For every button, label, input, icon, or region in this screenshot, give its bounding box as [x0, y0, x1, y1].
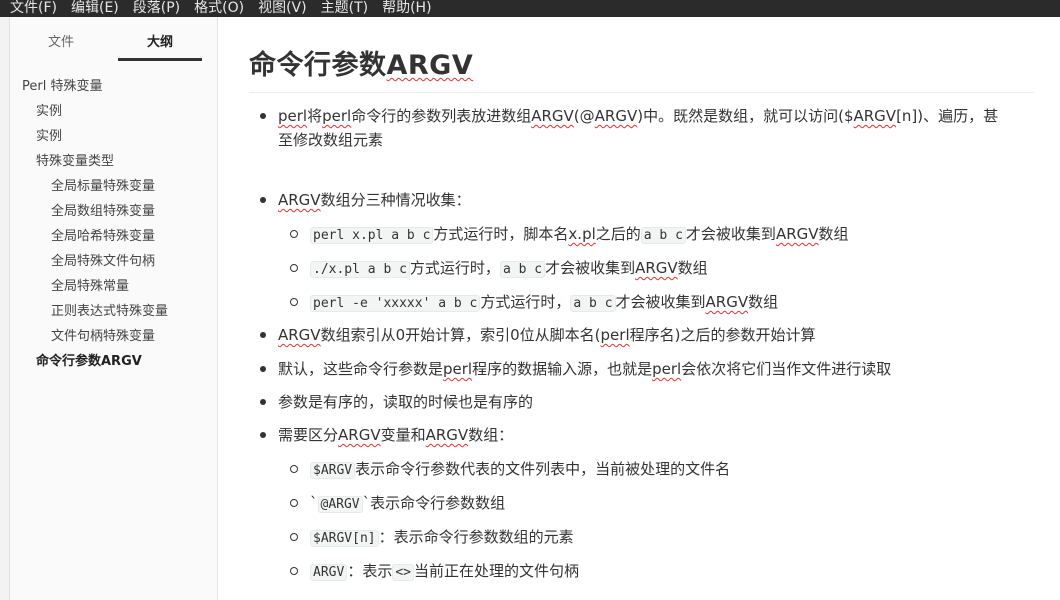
- outline-item-example-2[interactable]: 实例: [10, 127, 218, 152]
- code-span: @ARGV: [317, 496, 363, 513]
- code-span: $ARGV[n]: [310, 530, 379, 547]
- list-item: $ARGV 表示命令行参数代表的文件列表中，当前被处理的文件名: [254, 457, 1034, 491]
- list-item: perl将perl命令行的参数列表放进数组ARGV(@ARGV)中。既然是数组，…: [254, 104, 1034, 152]
- menu-theme[interactable]: 主题(T): [311, 0, 368, 17]
- list-item: 默认，这些命令行参数是perl程序的数据输入源，也就是perl会依次将它们当作文…: [254, 357, 1034, 390]
- outline-item-var-types[interactable]: 特殊变量类型: [10, 152, 218, 177]
- outline-item-global-hash[interactable]: 全局哈希特殊变量: [10, 227, 218, 252]
- code-span: ARGV: [310, 564, 348, 581]
- outline-item-global-array[interactable]: 全局数组特殊变量: [10, 202, 218, 227]
- list-item: ` @ARGV `表示命令行参数数组: [254, 491, 1034, 525]
- code-span: a b c: [499, 261, 546, 278]
- list-item: perl -e 'xxxxx' a b c 方式运行时， a b c 才会被收集到AR…: [254, 290, 1034, 323]
- list-item: ARGV数组索引从0开始计算，索引0位从脚本名(perl程序名)之后的参数开始计…: [254, 323, 1034, 357]
- list-item: 参数是有序的，读取的时候也是有序的: [254, 390, 1034, 423]
- sidebar: 文件 大纲 Perl 特殊变量 实例 实例 特殊变量类型 全局标量特殊变量 全局…: [10, 17, 218, 600]
- sidebar-tabs: 文件 大纲: [10, 17, 217, 71]
- list-item: ARGV ：表示 <> 当前正在处理的文件句柄: [254, 559, 1034, 593]
- menu-format[interactable]: 格式(O): [184, 0, 244, 17]
- tab-outline[interactable]: 大纲: [147, 31, 173, 50]
- menu-help[interactable]: 帮助(H): [372, 0, 431, 17]
- title-text: 命令行参数: [249, 50, 387, 81]
- outline-item-global-filehandle[interactable]: 全局特殊文件句柄: [10, 252, 218, 277]
- code-span: <>: [392, 564, 414, 581]
- outline-item-global-scalar[interactable]: 全局标量特殊变量: [10, 177, 218, 202]
- outline-item-global-constant[interactable]: 全局特殊常量: [10, 277, 218, 302]
- menu-bar: 文件(F) 编辑(E) 段落(P) 格式(O) 视图(V) 主题(T) 帮助(H…: [0, 0, 1060, 17]
- code-span: perl -e 'xxxxx' a b c: [310, 295, 481, 312]
- outline-item-example-1[interactable]: 实例: [10, 102, 218, 127]
- outline-item-argv[interactable]: 命令行参数ARGV: [10, 352, 218, 377]
- menu-edit[interactable]: 编辑(E): [61, 0, 119, 17]
- list-item: 需要区分ARGV变量和ARGV数组：: [254, 423, 1034, 457]
- outline-item-perl-special-vars[interactable]: Perl 特殊变量: [10, 77, 218, 102]
- page-title: 命令行参数ARGV: [249, 43, 1034, 93]
- menu-file[interactable]: 文件(F): [0, 0, 57, 17]
- code-span: a b c: [640, 227, 686, 244]
- code-span: perl x.pl a b c: [310, 227, 434, 244]
- outline-list: Perl 特殊变量 实例 实例 特殊变量类型 全局标量特殊变量 全局数组特殊变量…: [10, 77, 218, 377]
- title-argv: ARGV: [386, 50, 474, 81]
- list-item: ./x.pl a b c 方式运行时， a b c 才会被收集到ARGV数组: [254, 256, 1034, 290]
- code-span: a b c: [570, 295, 616, 312]
- list-item: ARGV数组分三种情况收集：: [254, 188, 1034, 222]
- list-item: perl x.pl a b c 方式运行时，脚本名x.pl之后的 a b c 才会被收…: [254, 222, 1034, 256]
- outline-item-regex-vars[interactable]: 正则表达式特殊变量: [10, 302, 218, 327]
- active-tab-indicator: [118, 58, 202, 61]
- code-span: $ARGV: [310, 462, 356, 479]
- bullet-list-1: perl将perl命令行的参数列表放进数组ARGV(@ARGV)中。既然是数组，…: [254, 104, 1034, 152]
- editor-content[interactable]: 命令行参数ARGV perl将perl命令行的参数列表放进数组ARGV(@ARG…: [218, 17, 1060, 600]
- menu-view[interactable]: 视图(V): [248, 0, 307, 17]
- code-span: ./x.pl a b c: [310, 261, 410, 278]
- menu-paragraph[interactable]: 段落(P): [123, 0, 180, 17]
- outline-item-filehandle-vars[interactable]: 文件句柄特殊变量: [10, 327, 218, 352]
- bullet-list-2: ARGV数组分三种情况收集： perl x.pl a b c 方式运行时，脚本名x…: [254, 188, 1034, 593]
- list-item: $ARGV[n] ：表示命令行参数数组的元素: [254, 525, 1034, 559]
- window-edge: [0, 17, 10, 600]
- tab-files[interactable]: 文件: [48, 31, 74, 50]
